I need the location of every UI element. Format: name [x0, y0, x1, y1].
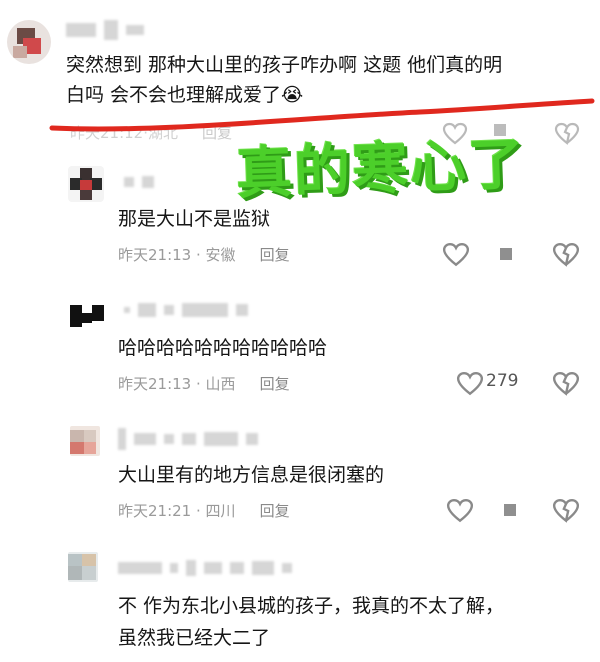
- comment-4: 大山里有的地方信息是很闭塞的 昨天21:21 · 四川 回复: [0, 422, 600, 542]
- avatar[interactable]: [7, 20, 51, 64]
- username-blurred[interactable]: [118, 428, 258, 450]
- comment-text-line: 虽然我已经大二了: [118, 627, 271, 649]
- comment-time: 昨天21:13: [118, 246, 192, 264]
- username-blurred[interactable]: [118, 560, 292, 576]
- comment-text: 不 作为东北小县城的孩子，我真的不太了解， 虽然我已经大二了: [118, 590, 504, 654]
- comment-2: 那是大山不是监狱 昨天21:13 · 安徽 回复: [0, 160, 600, 280]
- heart-outline-icon[interactable]: [442, 242, 470, 268]
- comment-location: 湖北: [148, 124, 179, 142]
- comment-meta: 昨天21:13 · 山西 回复: [118, 373, 290, 394]
- meta-separator: ·: [191, 374, 206, 393]
- comment-text: 突然想到 那种大山里的孩子咋办啊 这题 他们真的明 白吗 会不会也理解成爱了😭: [66, 50, 502, 110]
- broken-heart-icon[interactable]: [554, 122, 580, 146]
- comment-time: 昨天21:21: [118, 502, 192, 520]
- username-blurred[interactable]: [124, 303, 248, 317]
- broken-heart-icon[interactable]: [552, 498, 580, 524]
- comment-text: 那是大山不是监狱: [118, 204, 270, 234]
- comment-time: 昨天21:12: [70, 124, 144, 142]
- username-blurred[interactable]: [124, 176, 154, 188]
- avatar[interactable]: [70, 299, 104, 329]
- comment-text-line: 突然想到 那种大山里的孩子咋办啊 这题 他们真的明: [66, 54, 503, 76]
- heart-outline-icon[interactable]: [446, 498, 474, 524]
- comment-text: 大山里有的地方信息是很闭塞的: [118, 460, 384, 490]
- username-blurred[interactable]: [66, 20, 144, 40]
- reply-button[interactable]: 回复: [202, 122, 232, 143]
- comment-text-line: 不 作为东北小县城的孩子，我真的不太了解，: [118, 595, 505, 617]
- comment-5: 不 作为东北小县城的孩子，我真的不太了解， 虽然我已经大二了: [0, 548, 600, 662]
- heart-outline-icon[interactable]: [456, 371, 484, 397]
- comment-meta: 昨天21:21 · 四川 回复: [118, 500, 290, 521]
- like-count: 279: [486, 371, 519, 391]
- avatar[interactable]: [70, 426, 100, 456]
- comment-text-line: 白吗 会不会也理解成爱了😭: [66, 84, 304, 106]
- comment-text-line: 哈哈哈哈哈哈哈哈哈哈哈: [118, 337, 328, 359]
- blurred-count: [504, 504, 516, 516]
- reply-button[interactable]: 回复: [260, 373, 290, 394]
- comment-text: 哈哈哈哈哈哈哈哈哈哈哈: [118, 333, 327, 363]
- comment-meta: 昨天21:13 · 安徽 回复: [118, 244, 290, 265]
- comment-location: 山西: [205, 375, 236, 393]
- comment-location: 四川: [205, 502, 236, 520]
- comment-3: 哈哈哈哈哈哈哈哈哈哈哈 昨天21:13 · 山西 回复 279: [0, 295, 600, 415]
- broken-heart-icon[interactable]: [552, 242, 580, 268]
- meta-separator: ·: [191, 501, 206, 520]
- comment-text-line: 那是大山不是监狱: [118, 208, 271, 230]
- reply-button[interactable]: 回复: [260, 500, 290, 521]
- meta-separator: ·: [191, 245, 206, 264]
- comment-meta: 昨天21:12 · 湖北 回复: [70, 122, 232, 143]
- avatar[interactable]: [68, 166, 104, 202]
- broken-heart-icon[interactable]: [552, 371, 580, 397]
- comment-text-line: 大山里有的地方信息是很闭塞的: [118, 464, 385, 486]
- reply-button[interactable]: 回复: [260, 244, 290, 265]
- avatar[interactable]: [68, 552, 98, 582]
- comment-time: 昨天21:13: [118, 375, 192, 393]
- blurred-count: [500, 248, 512, 260]
- comment-location: 安徽: [205, 246, 236, 264]
